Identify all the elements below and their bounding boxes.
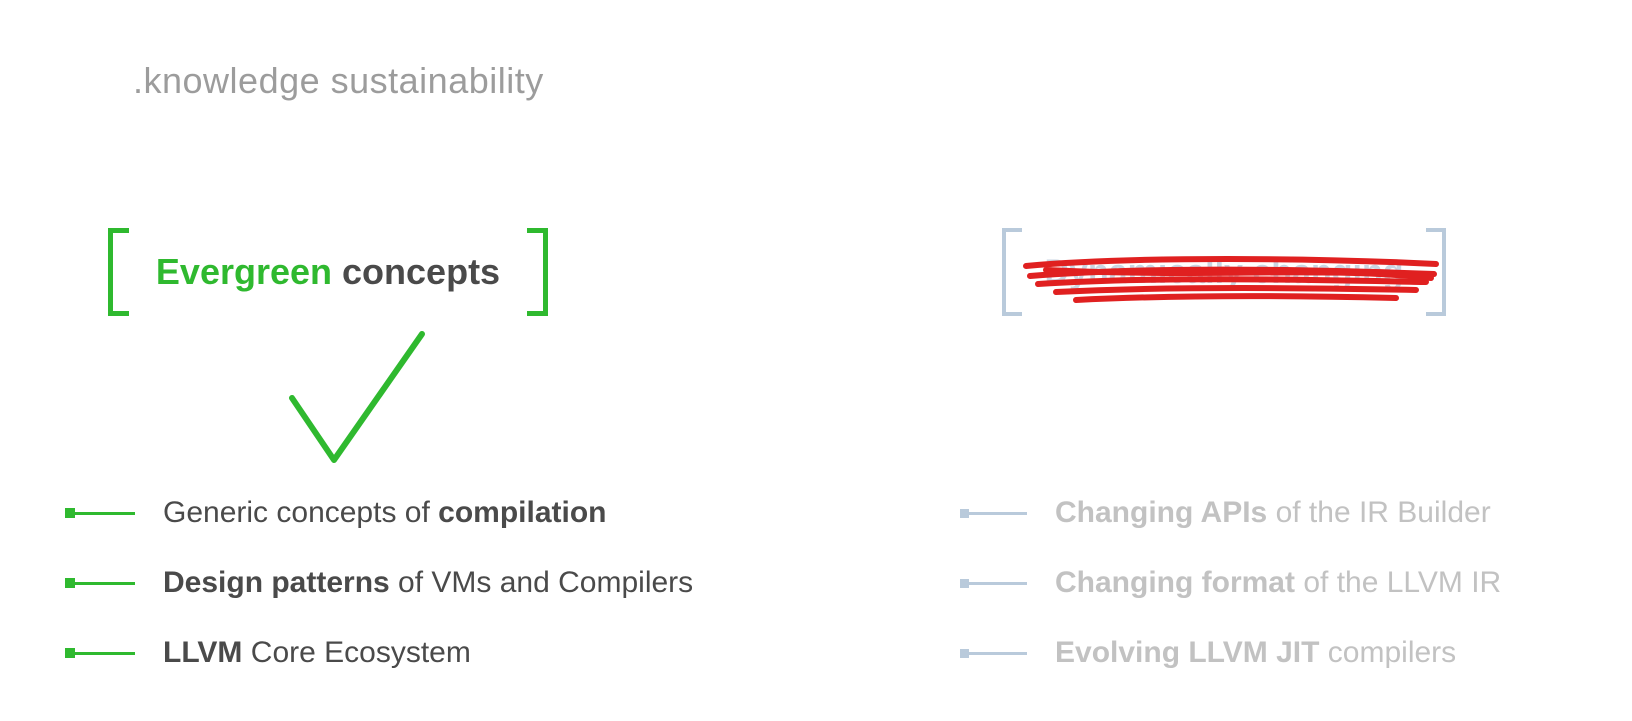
left-bullet-3-text: LLVM Core Ecosystem — [163, 636, 471, 670]
right-bullet-3-text: Evolving LLVM JIT compilers — [1055, 636, 1456, 670]
slide-title: .knowledge sustainability — [133, 60, 544, 102]
bullet-dash-icon — [960, 579, 1027, 588]
right-bullet-3: Evolving LLVM JIT compilers — [960, 633, 1456, 673]
right-bullet-2: Changing format of the LLVM IR — [960, 563, 1501, 603]
left-bullet-1: Generic concepts of compilation — [65, 493, 607, 533]
right-bullet-1-text: Changing APIs of the IR Builder — [1055, 496, 1491, 530]
right-bullet-1: Changing APIs of the IR Builder — [960, 493, 1491, 533]
bullet-dash-icon — [65, 648, 135, 658]
checkmark-icon — [282, 322, 432, 472]
slide: .knowledge sustainability Evergreen conc… — [0, 0, 1632, 721]
left-bullet-3: LLVM Core Ecosystem — [65, 633, 471, 673]
left-bullet-1-text: Generic concepts of compilation — [163, 496, 607, 530]
left-bullet-2: Design patterns of VMs and Compilers — [65, 563, 693, 603]
evergreen-box-label: Evergreen concepts — [156, 251, 500, 293]
bullet-dash-icon — [960, 509, 1027, 518]
evergreen-box-rest: concepts — [332, 251, 500, 292]
left-bullet-2-text: Design patterns of VMs and Compilers — [163, 566, 693, 600]
dynamic-box: Dynamically changing — [1002, 228, 1446, 316]
right-bullet-2-text: Changing format of the LLVM IR — [1055, 566, 1501, 600]
evergreen-box-highlight: Evergreen — [156, 251, 332, 292]
bullet-dash-icon — [960, 649, 1027, 658]
evergreen-box: Evergreen concepts — [108, 228, 548, 316]
bullet-dash-icon — [65, 578, 135, 588]
bullet-dash-icon — [65, 508, 135, 518]
dynamic-box-label: Dynamically changing — [1045, 253, 1404, 292]
